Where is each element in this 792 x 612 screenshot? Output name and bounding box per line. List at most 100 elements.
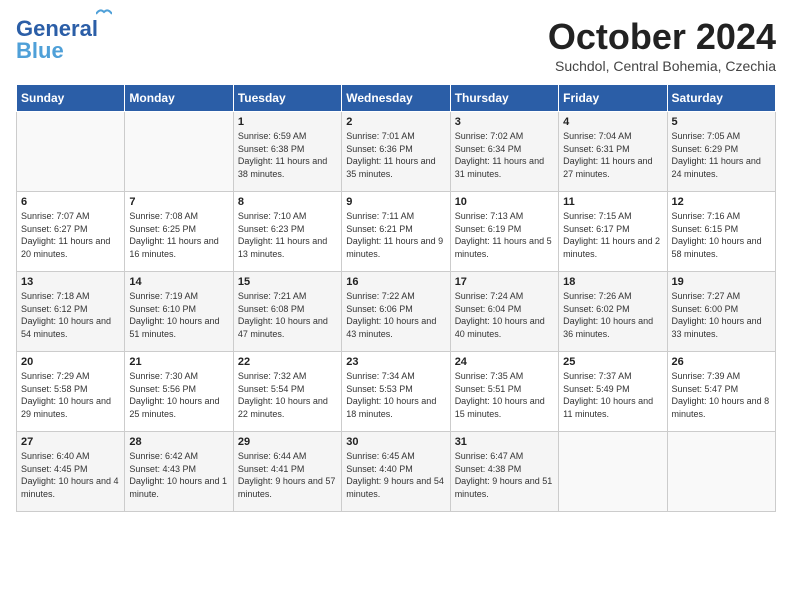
day-info: Sunrise: 7:37 AM Sunset: 5:49 PM Dayligh… xyxy=(563,370,662,420)
day-info: Sunrise: 6:59 AM Sunset: 6:38 PM Dayligh… xyxy=(238,130,337,180)
day-number: 2 xyxy=(346,116,445,128)
day-info: Sunrise: 7:34 AM Sunset: 5:53 PM Dayligh… xyxy=(346,370,445,420)
day-number: 22 xyxy=(238,356,337,368)
day-number: 18 xyxy=(563,276,662,288)
day-number: 12 xyxy=(672,196,771,208)
day-info: Sunrise: 7:10 AM Sunset: 6:23 PM Dayligh… xyxy=(238,210,337,260)
calendar-cell: 17 Sunrise: 7:24 AM Sunset: 6:04 PM Dayli… xyxy=(450,272,558,352)
calendar-cell: 4Sunrise: 7:04 AM Sunset: 6:31 PM Daylig… xyxy=(559,112,667,192)
day-number: 14 xyxy=(129,276,228,288)
calendar-cell: 23 Sunrise: 7:34 AM Sunset: 5:53 PM Dayli… xyxy=(342,352,450,432)
calendar-cell: 2 Sunrise: 7:01 AM Sunset: 6:36 PM Daylig… xyxy=(342,112,450,192)
calendar-cell xyxy=(667,432,775,512)
day-number: 17 xyxy=(455,276,554,288)
day-number: 10 xyxy=(455,196,554,208)
day-number: 28 xyxy=(129,436,228,448)
calendar-cell: 26Sunrise: 7:39 AM Sunset: 5:47 PM Dayli… xyxy=(667,352,775,432)
calendar-cell: 20Sunrise: 7:29 AM Sunset: 5:58 PM Dayli… xyxy=(17,352,125,432)
calendar-cell: 1 Sunrise: 6:59 AM Sunset: 6:38 PM Daylig… xyxy=(233,112,341,192)
day-info: Sunrise: 7:18 AM Sunset: 6:12 PM Dayligh… xyxy=(21,290,120,340)
calendar-cell: 16 Sunrise: 7:22 AM Sunset: 6:06 PM Dayli… xyxy=(342,272,450,352)
calendar-week-row: 1 Sunrise: 6:59 AM Sunset: 6:38 PM Daylig… xyxy=(17,112,776,192)
calendar-cell: 8 Sunrise: 7:10 AM Sunset: 6:23 PM Daylig… xyxy=(233,192,341,272)
calendar-cell: 3 Sunrise: 7:02 AM Sunset: 6:34 PM Daylig… xyxy=(450,112,558,192)
day-number: 23 xyxy=(346,356,445,368)
day-number: 16 xyxy=(346,276,445,288)
calendar-cell: 10 Sunrise: 7:13 AM Sunset: 6:19 PM Dayli… xyxy=(450,192,558,272)
day-info: Sunrise: 7:32 AM Sunset: 5:54 PM Dayligh… xyxy=(238,370,337,420)
day-info: Sunrise: 7:02 AM Sunset: 6:34 PM Dayligh… xyxy=(455,130,554,180)
calendar-cell xyxy=(559,432,667,512)
logo: General Blue xyxy=(16,16,98,64)
day-number: 5 xyxy=(672,116,771,128)
day-info: Sunrise: 6:47 AM Sunset: 4:38 PM Dayligh… xyxy=(455,450,554,500)
day-number: 11 xyxy=(563,196,662,208)
calendar-table: SundayMondayTuesdayWednesdayThursdayFrid… xyxy=(16,84,776,512)
logo-general: General xyxy=(16,16,98,41)
day-number: 30 xyxy=(346,436,445,448)
calendar-cell: 13Sunrise: 7:18 AM Sunset: 6:12 PM Dayli… xyxy=(17,272,125,352)
calendar-cell: 14 Sunrise: 7:19 AM Sunset: 6:10 PM Dayli… xyxy=(125,272,233,352)
day-number: 3 xyxy=(455,116,554,128)
day-info: Sunrise: 6:42 AM Sunset: 4:43 PM Dayligh… xyxy=(129,450,228,500)
weekday-header-thursday: Thursday xyxy=(450,85,558,112)
day-number: 31 xyxy=(455,436,554,448)
day-info: Sunrise: 7:24 AM Sunset: 6:04 PM Dayligh… xyxy=(455,290,554,340)
weekday-header-tuesday: Tuesday xyxy=(233,85,341,112)
day-number: 21 xyxy=(129,356,228,368)
day-info: Sunrise: 7:15 AM Sunset: 6:17 PM Dayligh… xyxy=(563,210,662,260)
day-info: Sunrise: 7:13 AM Sunset: 6:19 PM Dayligh… xyxy=(455,210,554,260)
calendar-cell: 19Sunrise: 7:27 AM Sunset: 6:00 PM Dayli… xyxy=(667,272,775,352)
day-info: Sunrise: 7:11 AM Sunset: 6:21 PM Dayligh… xyxy=(346,210,445,260)
title-section: October 2024 Suchdol, Central Bohemia, C… xyxy=(548,16,776,74)
day-number: 7 xyxy=(129,196,228,208)
day-info: Sunrise: 7:05 AM Sunset: 6:29 PM Dayligh… xyxy=(672,130,771,180)
day-number: 9 xyxy=(346,196,445,208)
location-subtitle: Suchdol, Central Bohemia, Czechia xyxy=(548,58,776,74)
calendar-cell: 5 Sunrise: 7:05 AM Sunset: 6:29 PM Daylig… xyxy=(667,112,775,192)
calendar-cell xyxy=(17,112,125,192)
day-info: Sunrise: 7:35 AM Sunset: 5:51 PM Dayligh… xyxy=(455,370,554,420)
weekday-header-saturday: Saturday xyxy=(667,85,775,112)
day-number: 25 xyxy=(563,356,662,368)
day-info: Sunrise: 7:21 AM Sunset: 6:08 PM Dayligh… xyxy=(238,290,337,340)
day-info: Sunrise: 7:22 AM Sunset: 6:06 PM Dayligh… xyxy=(346,290,445,340)
calendar-cell: 18 Sunrise: 7:26 AM Sunset: 6:02 PM Dayli… xyxy=(559,272,667,352)
day-info: Sunrise: 6:40 AM Sunset: 4:45 PM Dayligh… xyxy=(21,450,120,500)
day-info: Sunrise: 7:01 AM Sunset: 6:36 PM Dayligh… xyxy=(346,130,445,180)
day-number: 26 xyxy=(672,356,771,368)
day-info: Sunrise: 6:44 AM Sunset: 4:41 PM Dayligh… xyxy=(238,450,337,500)
day-number: 6 xyxy=(21,196,120,208)
day-info: Sunrise: 6:45 AM Sunset: 4:40 PM Dayligh… xyxy=(346,450,445,500)
calendar-week-row: 27Sunrise: 6:40 AM Sunset: 4:45 PM Dayli… xyxy=(17,432,776,512)
day-info: Sunrise: 7:26 AM Sunset: 6:02 PM Dayligh… xyxy=(563,290,662,340)
day-info: Sunrise: 7:19 AM Sunset: 6:10 PM Dayligh… xyxy=(129,290,228,340)
calendar-week-row: 20Sunrise: 7:29 AM Sunset: 5:58 PM Dayli… xyxy=(17,352,776,432)
calendar-cell: 12 Sunrise: 7:16 AM Sunset: 6:15 PM Dayli… xyxy=(667,192,775,272)
calendar-cell: 11 Sunrise: 7:15 AM Sunset: 6:17 PM Dayli… xyxy=(559,192,667,272)
day-number: 20 xyxy=(21,356,120,368)
calendar-cell: 28 Sunrise: 6:42 AM Sunset: 4:43 PM Dayli… xyxy=(125,432,233,512)
day-info: Sunrise: 7:30 AM Sunset: 5:56 PM Dayligh… xyxy=(129,370,228,420)
day-number: 8 xyxy=(238,196,337,208)
day-number: 1 xyxy=(238,116,337,128)
calendar-cell: 24Sunrise: 7:35 AM Sunset: 5:51 PM Dayli… xyxy=(450,352,558,432)
logo-bird-icon xyxy=(96,8,112,20)
calendar-cell: 7 Sunrise: 7:08 AM Sunset: 6:25 PM Daylig… xyxy=(125,192,233,272)
day-number: 29 xyxy=(238,436,337,448)
day-number: 15 xyxy=(238,276,337,288)
calendar-cell: 30 Sunrise: 6:45 AM Sunset: 4:40 PM Dayli… xyxy=(342,432,450,512)
day-info: Sunrise: 7:08 AM Sunset: 6:25 PM Dayligh… xyxy=(129,210,228,260)
calendar-cell: 21 Sunrise: 7:30 AM Sunset: 5:56 PM Dayli… xyxy=(125,352,233,432)
calendar-cell: 25 Sunrise: 7:37 AM Sunset: 5:49 PM Dayli… xyxy=(559,352,667,432)
page-header: General Blue October 2024 Suchdol, Centr… xyxy=(16,16,776,74)
calendar-cell: 9 Sunrise: 7:11 AM Sunset: 6:21 PM Daylig… xyxy=(342,192,450,272)
month-title: October 2024 xyxy=(548,16,776,58)
calendar-cell: 27Sunrise: 6:40 AM Sunset: 4:45 PM Dayli… xyxy=(17,432,125,512)
calendar-cell: 15 Sunrise: 7:21 AM Sunset: 6:08 PM Dayli… xyxy=(233,272,341,352)
day-info: Sunrise: 7:07 AM Sunset: 6:27 PM Dayligh… xyxy=(21,210,120,260)
calendar-week-row: 6 Sunrise: 7:07 AM Sunset: 6:27 PM Daylig… xyxy=(17,192,776,272)
day-info: Sunrise: 7:16 AM Sunset: 6:15 PM Dayligh… xyxy=(672,210,771,260)
day-info: Sunrise: 7:04 AM Sunset: 6:31 PM Dayligh… xyxy=(563,130,662,180)
calendar-cell: 22 Sunrise: 7:32 AM Sunset: 5:54 PM Dayli… xyxy=(233,352,341,432)
